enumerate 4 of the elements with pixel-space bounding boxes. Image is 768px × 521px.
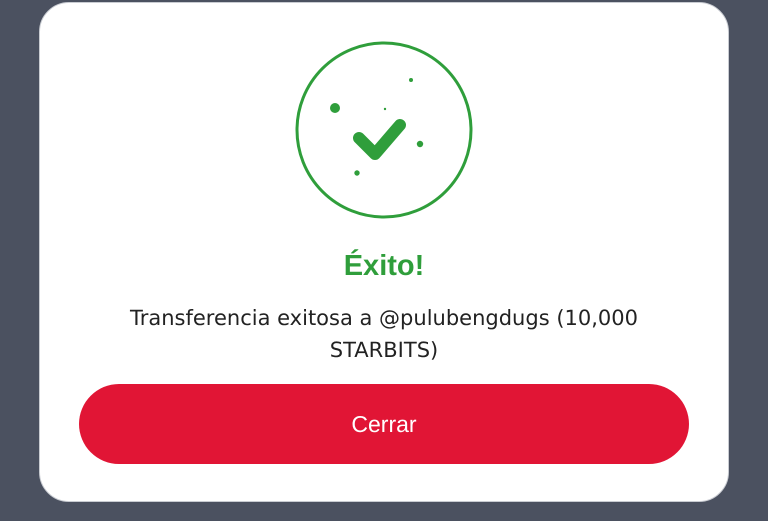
dialog-title: Éxito!	[344, 249, 424, 284]
success-check-icon	[295, 41, 473, 219]
close-button[interactable]: Cerrar	[79, 384, 689, 464]
dialog-message: Transferencia exitosa a @pulubengdugs (10,000 STARBITS)	[129, 304, 639, 364]
